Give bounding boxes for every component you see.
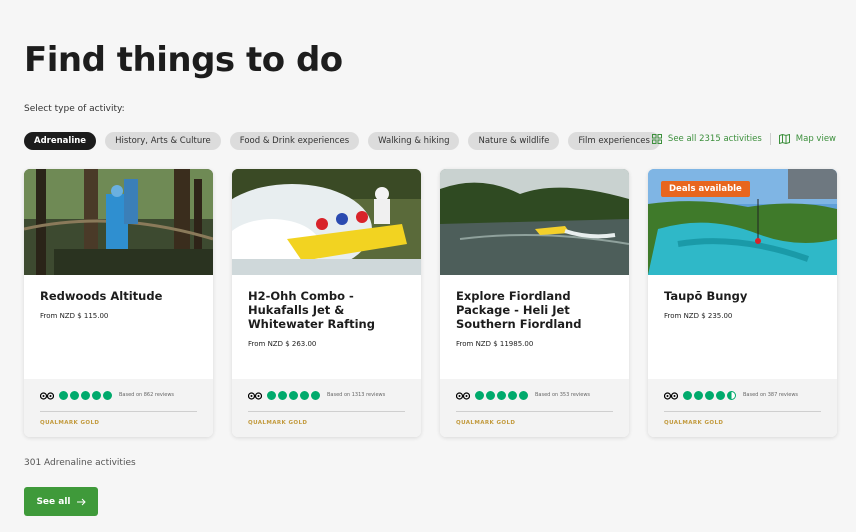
- map-icon: [778, 134, 790, 144]
- chip-history-arts-culture[interactable]: History, Arts & Culture: [105, 132, 221, 150]
- qualmark-badge: QUALMARK GOLD: [40, 420, 100, 426]
- view-links: See all 2315 activities Map view: [651, 133, 836, 145]
- qualmark-badge: QUALMARK GOLD: [456, 420, 516, 426]
- rating-dot: [59, 390, 68, 400]
- rating-row: Based on 862 reviews: [40, 389, 197, 401]
- arrow-right-icon: [76, 498, 86, 505]
- rating-dot: [289, 390, 298, 400]
- card-price: From NZD $ 11985.00: [456, 340, 534, 348]
- rating-dot: [103, 390, 112, 400]
- review-count: Based on 387 reviews: [743, 392, 799, 398]
- card-price: From NZD $ 235.00: [664, 312, 733, 320]
- card-title: Taupō Bungy: [664, 289, 748, 303]
- rating-row: Based on 1313 reviews: [248, 389, 405, 401]
- rating-dot: [508, 390, 517, 400]
- activity-cards: Redwoods Altitude From NZD $ 115.00 Base…: [24, 169, 837, 437]
- rating-row: Based on 353 reviews: [456, 389, 613, 401]
- rating-dot: [81, 390, 90, 400]
- activity-card-taupo-bungy[interactable]: Deals available Taupō Bungy From NZD $ 2…: [648, 169, 837, 437]
- rating-dot: [267, 390, 276, 400]
- chip-adrenaline[interactable]: Adrenaline: [24, 132, 97, 150]
- card-divider: [664, 411, 821, 412]
- map-view-link[interactable]: Map view: [778, 134, 836, 144]
- tripadvisor-icon: [456, 391, 470, 400]
- rating-dot: [92, 390, 101, 400]
- activity-type-label: Select type of activity:: [24, 104, 125, 114]
- card-title: H2-Ohh Combo - Hukafalls Jet & Whitewate…: [248, 289, 375, 331]
- chip-walking-hiking[interactable]: Walking & hiking: [368, 132, 460, 150]
- see-all-label: See all: [36, 496, 71, 507]
- see-all-activities-label: See all 2315 activities: [667, 134, 762, 144]
- chip-food-drink[interactable]: Food & Drink experiences: [229, 132, 360, 150]
- card-divider: [40, 411, 197, 412]
- rating-dot: [486, 390, 495, 400]
- activity-card-fiordland[interactable]: Explore Fiordland Package - Heli Jet Sou…: [440, 169, 629, 437]
- rating-dot: [683, 390, 692, 400]
- rating-dot: [497, 390, 506, 400]
- rating-dot: [300, 390, 309, 400]
- chip-film-experiences[interactable]: Film experiences: [568, 132, 660, 150]
- card-title: Redwoods Altitude: [40, 289, 163, 303]
- card-image: [24, 169, 213, 275]
- activity-card-h2-ohh-combo[interactable]: H2-Ohh Combo - Hukafalls Jet & Whitewate…: [232, 169, 421, 437]
- review-count: Based on 862 reviews: [119, 392, 175, 398]
- activity-card-redwoods[interactable]: Redwoods Altitude From NZD $ 115.00 Base…: [24, 169, 213, 437]
- rating-dot: [311, 390, 320, 400]
- see-all-activities-link[interactable]: See all 2315 activities: [651, 134, 762, 144]
- rating-dot: [70, 390, 79, 400]
- deals-badge: Deals available: [661, 181, 750, 197]
- tripadvisor-icon: [664, 391, 678, 400]
- card-price: From NZD $ 263.00: [248, 340, 317, 348]
- grid-icon: [651, 134, 662, 144]
- rating-row: Based on 387 reviews: [664, 389, 821, 401]
- review-count: Based on 1313 reviews: [327, 392, 386, 398]
- card-image: [440, 169, 629, 275]
- rating-dot: [694, 390, 703, 400]
- activity-type-filters: Adrenaline History, Arts & Culture Food …: [24, 132, 660, 150]
- rating-dot: [705, 390, 714, 400]
- card-divider: [248, 411, 405, 412]
- card-title: Explore Fiordland Package - Heli Jet Sou…: [456, 289, 582, 331]
- review-count: Based on 353 reviews: [535, 392, 591, 398]
- card-price: From NZD $ 115.00: [40, 312, 109, 320]
- page-title: Find things to do: [24, 40, 343, 80]
- rating-dot: [716, 390, 725, 400]
- chip-nature-wildlife[interactable]: Nature & wildlife: [468, 132, 560, 150]
- tripadvisor-icon: [40, 391, 54, 400]
- see-all-button[interactable]: See all: [24, 487, 98, 516]
- rating-dot-half: [727, 390, 736, 400]
- rating-dot: [278, 390, 287, 400]
- activity-count: 301 Adrenaline activities: [24, 458, 136, 468]
- rating-dot: [475, 390, 484, 400]
- map-view-label: Map view: [795, 134, 836, 144]
- tripadvisor-icon: [248, 391, 262, 400]
- qualmark-badge: QUALMARK GOLD: [248, 420, 308, 426]
- card-image: [232, 169, 421, 275]
- qualmark-badge: QUALMARK GOLD: [664, 420, 724, 426]
- card-divider: [456, 411, 613, 412]
- card-image: Deals available: [648, 169, 837, 275]
- rating-dot: [519, 390, 528, 400]
- link-divider: [769, 133, 771, 145]
